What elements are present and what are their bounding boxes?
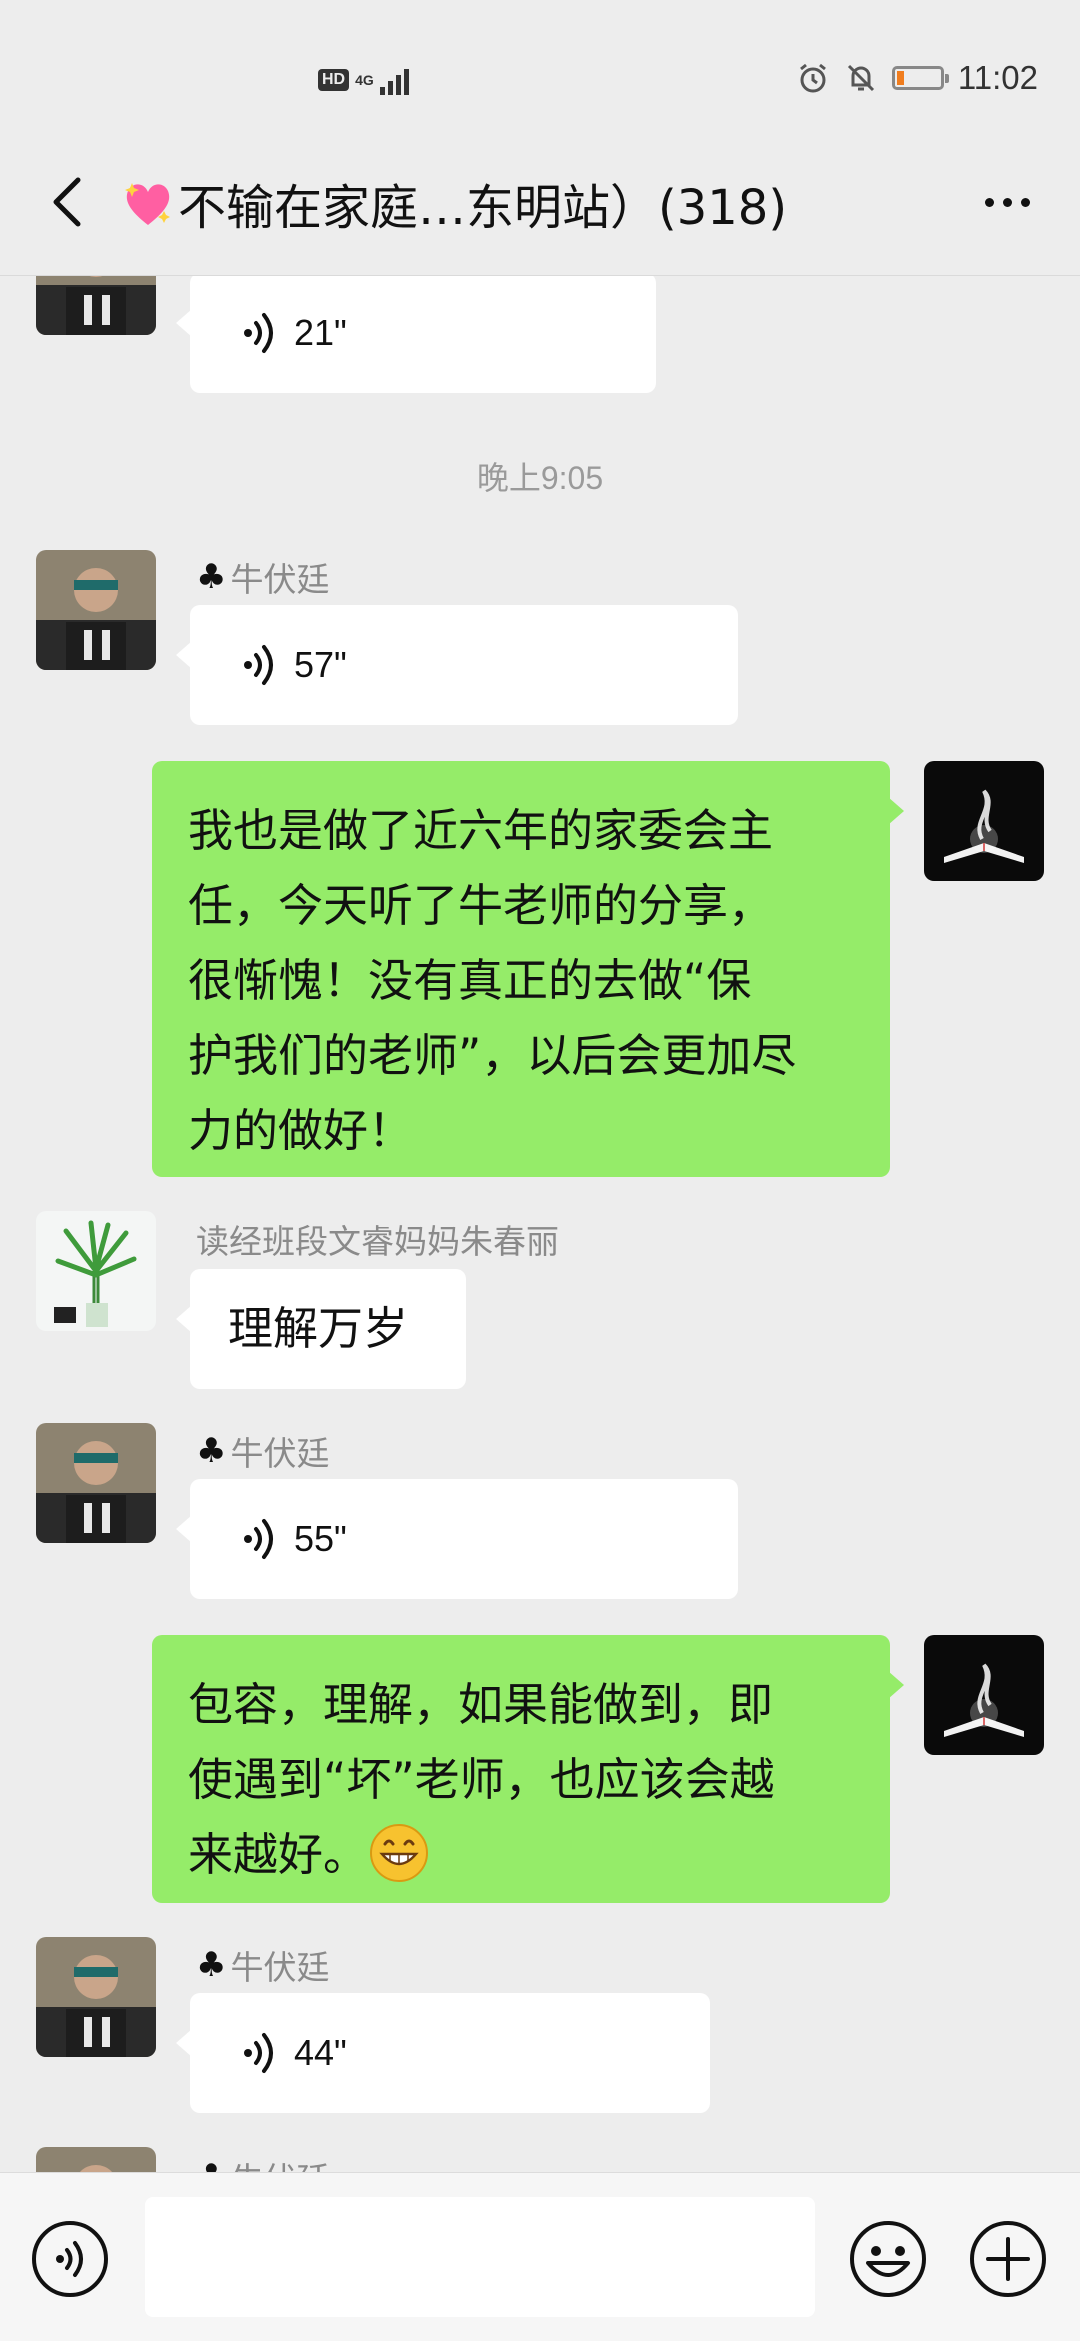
status-bar: HD 4G 11:02 [0, 0, 1080, 150]
sender-name: ♣ 牛伏廷 [196, 1431, 330, 1473]
status-right: 11:02 [796, 56, 1038, 100]
emoji-icon[interactable] [848, 2219, 928, 2299]
grin-emoji [370, 1824, 429, 1882]
back-button[interactable] [38, 172, 98, 232]
avatar-niu[interactable] [36, 550, 156, 670]
clock: 11:02 [957, 59, 1038, 96]
voice-duration: 21" [294, 312, 347, 353]
sender-name: ♣ 牛伏廷 [196, 1945, 330, 1987]
voice-message[interactable]: 57" [176, 605, 738, 725]
voice-wave-icon [244, 313, 273, 353]
sender-name: ♣ 牛伏廷 [196, 557, 330, 599]
message-list[interactable]: 21" 晚上9:05 ♣ 牛伏廷 57" 我也是做了近六年的家委会主 任，今天听… [0, 275, 1080, 2172]
voice-content: 55" [190, 1479, 738, 1599]
sent-text-message[interactable]: 包容，理解，如果能做到，即 使遇到“坏”老师，也应该会越 来越好。 [152, 1635, 904, 1903]
message-text-body: 包容，理解，如果能做到，即 使遇到“坏”老师，也应该会越 来越好。 [188, 1678, 775, 1881]
input-bar [0, 2172, 1080, 2341]
club-suit-icon: ♣ [196, 557, 227, 597]
received-text-message[interactable]: 理解万岁 [176, 1269, 466, 1389]
network-indicator: HD 4G [318, 60, 409, 100]
voice-duration: 44" [294, 2032, 347, 2073]
club-suit-icon: ♣ [196, 1431, 227, 1471]
voice-message[interactable]: 44" [176, 1993, 710, 2113]
sender-name: ♣ 牛伏廷 [196, 2153, 329, 2172]
message-input[interactable] [145, 2197, 815, 2317]
message-text: 我也是做了近六年的家委会主 任，今天听了牛老师的分享， 很惭愧！没有真正的去做“… [188, 804, 797, 1157]
signal-icon [379, 65, 409, 95]
avatar-me[interactable] [924, 761, 1044, 881]
chat-title: 不输在家庭…东明站）(318) [120, 168, 787, 238]
plus-icon[interactable] [968, 2219, 1048, 2299]
avatar-niu[interactable] [36, 2147, 156, 2172]
voice-wave-icon [244, 645, 273, 685]
voice-duration: 55" [294, 1518, 347, 1559]
more-dot [984, 197, 994, 207]
mute-bell-icon [847, 64, 874, 92]
sent-text-message[interactable]: 我也是做了近六年的家委会主 任，今天听了牛老师的分享， 很惭愧！没有真正的去做“… [152, 761, 904, 1177]
voice-message[interactable]: 55" [176, 1479, 738, 1599]
avatar-niu[interactable] [36, 1423, 156, 1543]
more-dot [1020, 197, 1030, 207]
voice-content: 21" [190, 275, 656, 393]
voice-input-icon[interactable] [30, 2219, 110, 2299]
avatar-zhu[interactable] [36, 1211, 156, 1331]
battery-icon [891, 66, 949, 90]
voice-message[interactable]: 21" [176, 275, 656, 393]
sparkling-heart-icon [125, 183, 170, 225]
timestamp: 晚上9:05 [476, 460, 604, 496]
voice-content: 57" [190, 605, 738, 725]
alarm-icon [799, 63, 826, 93]
voice-duration: 57" [294, 644, 347, 685]
hd-badge: HD [318, 69, 350, 91]
sender-name: 读经班段文睿妈妈朱春丽 [196, 1222, 559, 1261]
avatar-niu[interactable] [36, 275, 156, 335]
voice-wave-icon [244, 2033, 273, 2073]
chevron-left-icon [53, 177, 81, 227]
voice-content: 44" [190, 1993, 710, 2113]
avatar-niu[interactable] [36, 1937, 156, 2057]
chat-header: 不输在家庭…东明站）(318) [0, 150, 1080, 276]
message-text: 包容，理解，如果能做到，即 使遇到“坏”老师，也应该会越 来越好。 [152, 1635, 890, 1924]
more-button[interactable] [972, 172, 1042, 232]
club-suit-icon: ♣ [196, 1945, 227, 1985]
message-text: 理解万岁 [228, 1302, 409, 1355]
chat-title-text: 不输在家庭…东明站）(318) [178, 180, 788, 236]
voice-wave-icon [244, 1519, 273, 1559]
avatar-me[interactable] [924, 1635, 1044, 1755]
club-suit-icon: ♣ [196, 2157, 226, 2172]
more-dot [1002, 197, 1012, 207]
network-type: 4G [355, 72, 374, 88]
battery-level [896, 71, 904, 85]
